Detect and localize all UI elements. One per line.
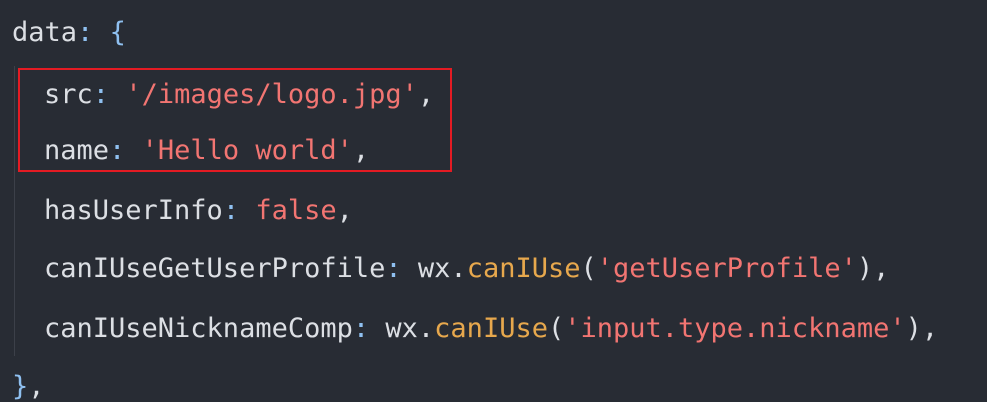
property-key: canIUseNicknameComp	[44, 313, 353, 344]
object-identifier: wx	[417, 253, 451, 284]
function-name: canIUse	[434, 313, 548, 344]
punctuation-paren-close: )	[905, 313, 922, 344]
punctuation-brace: }	[12, 371, 29, 402]
punctuation-colon: :	[385, 253, 402, 284]
punctuation-colon: :	[222, 195, 240, 226]
code-editor[interactable]: data: { src: '/images/logo.jpg', name: '…	[0, 0, 987, 402]
code-line-name: name: 'Hello world',	[44, 134, 369, 168]
punctuation-colon: :	[352, 313, 370, 344]
punctuation-comma: ,	[417, 79, 435, 110]
punctuation-comma: ,	[28, 371, 45, 402]
punctuation-comma: ,	[352, 135, 370, 166]
string-literal: 'input.type.nickname'	[564, 313, 906, 344]
punctuation-dot: .	[417, 313, 435, 344]
code-line-caniusegetuserprofile: canIUseGetUserProfile: wx.canIUse('getUs…	[44, 252, 889, 286]
code-line-caniusenicknamecomp: canIUseNicknameComp: wx.canIUse('input.t…	[44, 312, 938, 346]
property-key: hasUserInfo	[44, 195, 223, 226]
punctuation-comma: ,	[921, 313, 939, 344]
punctuation-paren-close: )	[856, 253, 874, 284]
boolean-literal: false	[255, 195, 337, 226]
punctuation-colon: :	[92, 79, 110, 110]
code-line-data-open: data: {	[12, 16, 126, 50]
punctuation-comma: ,	[336, 195, 353, 226]
punctuation-comma: ,	[873, 253, 890, 284]
function-name: canIUse	[466, 253, 581, 284]
indent-guide	[14, 66, 15, 356]
object-identifier: wx	[385, 313, 418, 344]
punctuation-dot: .	[450, 253, 467, 284]
string-literal: 'getUserProfile'	[596, 253, 857, 284]
code-line-src: src: '/images/logo.jpg',	[44, 78, 434, 112]
code-line-data-close: },	[12, 370, 45, 402]
punctuation-colon: :	[77, 17, 94, 48]
property-key: data	[12, 17, 78, 48]
property-key: src	[44, 79, 93, 110]
punctuation-brace: {	[109, 17, 126, 48]
punctuation-paren-open: (	[547, 313, 565, 344]
property-key: canIUseGetUserProfile	[44, 253, 386, 284]
string-literal: '/images/logo.jpg'	[125, 79, 418, 110]
property-key: name	[44, 135, 110, 166]
code-line-hasuserinfo: hasUserInfo: false,	[44, 194, 353, 228]
string-literal: 'Hello world'	[141, 135, 353, 166]
punctuation-colon: :	[109, 135, 126, 166]
punctuation-paren-open: (	[580, 253, 597, 284]
